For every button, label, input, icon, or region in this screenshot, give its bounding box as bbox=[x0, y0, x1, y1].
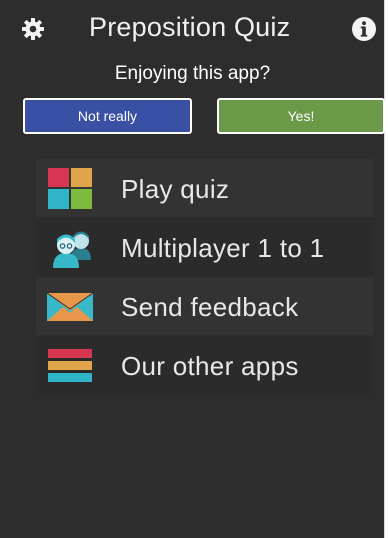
menu-item-multiplayer[interactable]: Multiplayer 1 to 1 bbox=[36, 218, 374, 276]
menu-item-label: Our other apps bbox=[121, 351, 299, 381]
rating-prompt: Enjoying this app? bbox=[114, 63, 271, 84]
app-screen: Preposition Quiz Enjoying this app? Not … bbox=[0, 0, 385, 538]
app-title: Preposition Quiz bbox=[89, 12, 291, 42]
menu-item-send-feedback[interactable]: Send feedback bbox=[36, 277, 374, 335]
settings-button[interactable] bbox=[18, 14, 48, 44]
tiles-icon bbox=[48, 168, 92, 209]
menu-item-label: Multiplayer 1 to 1 bbox=[121, 233, 325, 263]
menu-item-label: Play quiz bbox=[121, 174, 230, 204]
main-menu: Play quiz Multiplayer 1 to 1 Send feedba… bbox=[36, 159, 374, 395]
multiplayer-icon bbox=[53, 231, 91, 268]
info-button[interactable] bbox=[349, 14, 379, 44]
not-really-button[interactable]: Not really bbox=[23, 98, 192, 134]
menu-item-other-apps[interactable]: Our other apps bbox=[36, 336, 374, 394]
envelope-icon bbox=[46, 292, 94, 321]
stacked-bars-icon bbox=[48, 349, 92, 382]
app-header: Preposition Quiz bbox=[0, 0, 385, 56]
info-icon bbox=[352, 17, 376, 41]
yes-button[interactable]: Yes! bbox=[217, 98, 385, 134]
menu-item-play-quiz[interactable]: Play quiz bbox=[36, 159, 374, 217]
gear-icon bbox=[22, 18, 44, 40]
menu-item-label: Send feedback bbox=[121, 292, 299, 322]
